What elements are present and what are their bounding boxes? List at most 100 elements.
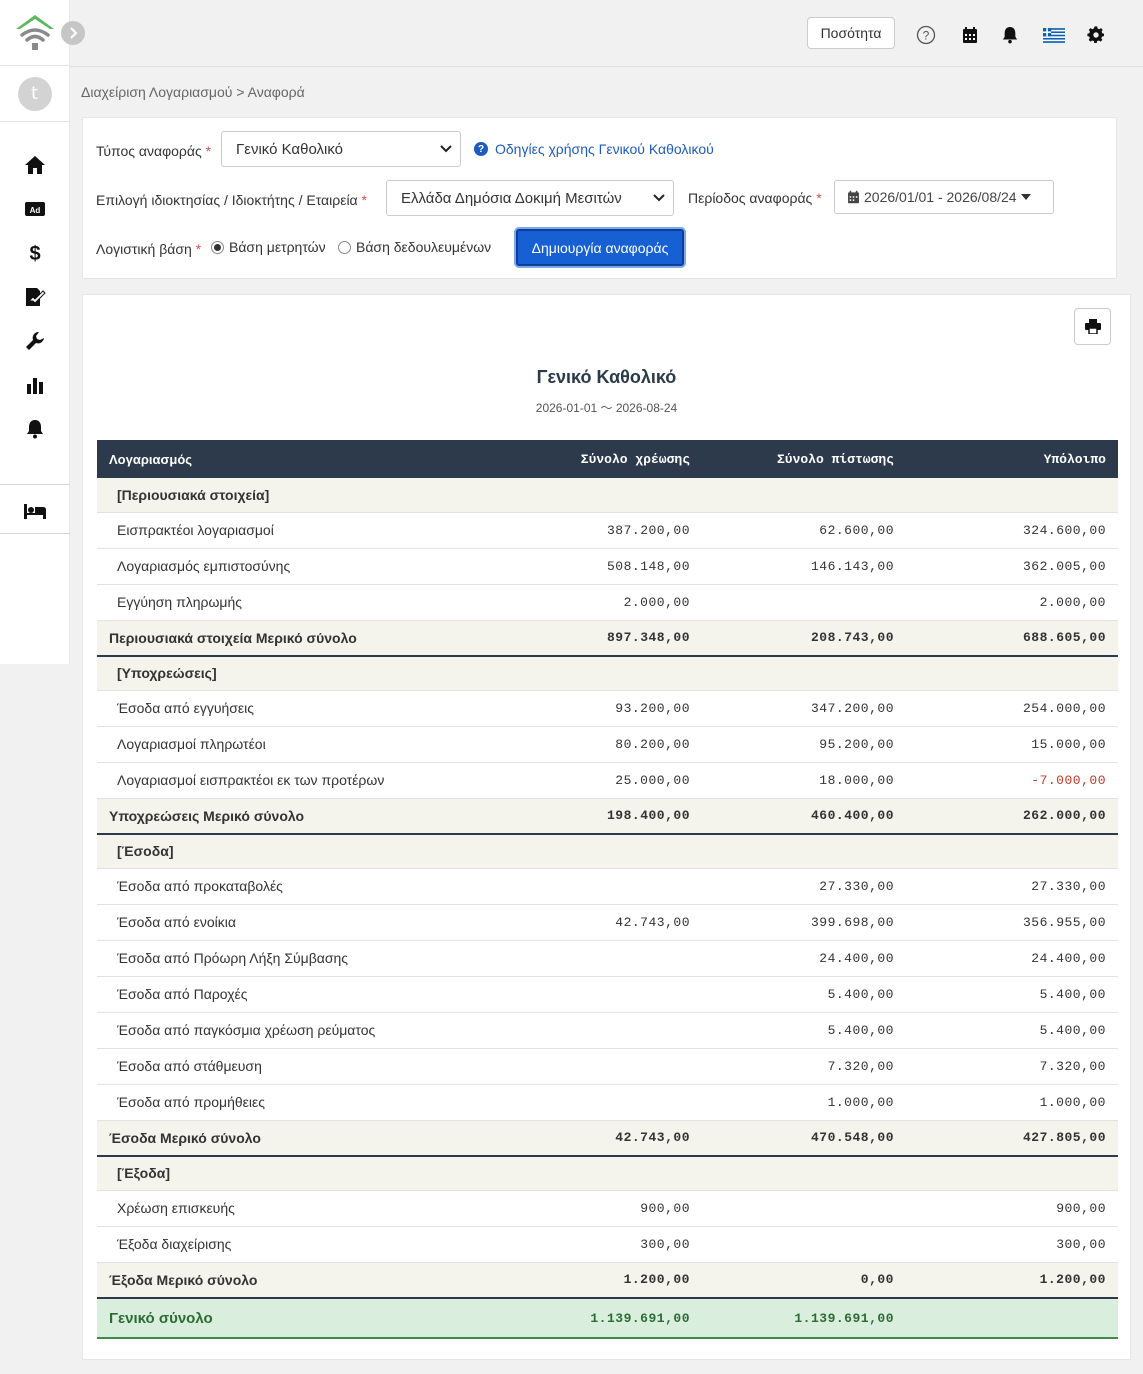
- credit-value: 95.200,00: [702, 726, 906, 763]
- quantity-button[interactable]: Ποσότητα: [807, 17, 895, 49]
- credit-value: 146.143,00: [702, 548, 906, 585]
- radio-selected[interactable]: [211, 240, 224, 254]
- sidebar-item-rooms[interactable]: [22, 500, 48, 522]
- print-button[interactable]: [1074, 308, 1111, 345]
- language-button[interactable]: [1042, 24, 1066, 46]
- account-name: Λογαριασμοί πληρωτέοι: [97, 726, 467, 763]
- balance-value: 24.400,00: [906, 940, 1118, 977]
- notifications-button[interactable]: [999, 24, 1021, 46]
- radio-unselected[interactable]: [338, 240, 351, 254]
- create-report-button[interactable]: Δημιουργία αναφοράς: [516, 229, 684, 266]
- bell-icon: [1002, 27, 1018, 44]
- debit-value: 25.000,00: [467, 762, 702, 799]
- grand-total-row: Γενικό σύνολο 1.139.691,00 1.139.691,00: [97, 1297, 1118, 1339]
- balance-value: 356.955,00: [906, 904, 1118, 941]
- sidebar: t Ad $: [0, 0, 70, 664]
- subtotal-debit: 1.200,00: [467, 1262, 702, 1299]
- balance-value: 5.400,00: [906, 976, 1118, 1013]
- table-row: Εισπρακτέοι λογαριασμοί 387.200,00 62.600,…: [97, 512, 1118, 549]
- debit-value: 93.200,00: [467, 690, 702, 727]
- period-picker[interactable]: 2026/01/01 - 2026/08/24: [834, 180, 1054, 214]
- account-name: Λογαριασμοί εισπρακτέοι εκ των προτέρων: [97, 762, 467, 799]
- subtotal-credit: 470.548,00: [702, 1120, 906, 1157]
- column-header-balance: Υπόλοιπο: [906, 440, 1118, 478]
- period-label: Περίοδος αναφοράς *: [688, 190, 822, 206]
- svg-text:?: ?: [923, 29, 930, 43]
- debit-value: 42.743,00: [467, 904, 702, 941]
- section-title: [Έξοδα]: [97, 1156, 1118, 1191]
- sidebar-item-finance[interactable]: $: [22, 242, 48, 264]
- account-name: Χρέωση επισκευής: [97, 1190, 467, 1227]
- subtotal-balance: 427.805,00: [906, 1120, 1118, 1157]
- subtotal-row: Έσοδα Μερικό σύνολο 42.743,00 470.548,00 42…: [97, 1120, 1118, 1157]
- balance-value: 1.000,00: [906, 1084, 1118, 1121]
- account-name: Εγγύηση πληρωμής: [97, 584, 467, 621]
- ledger-body: [Περιουσιακά στοιχεία] Εισπρακτέοι λογαρι…: [97, 478, 1118, 1339]
- subtotal-label: Υποχρεώσεις Μερικό σύνολο: [97, 798, 467, 835]
- bed-icon: [24, 504, 46, 519]
- question-icon: ?: [474, 142, 488, 156]
- table-row: Έσοδα από Παροχές 5.400,00 5.400,00: [97, 976, 1118, 1013]
- help-button[interactable]: ?: [915, 24, 937, 46]
- report-title: Γενικό Καθολικό: [536, 367, 677, 387]
- avatar[interactable]: t: [17, 76, 52, 111]
- gear-icon: [1087, 26, 1105, 44]
- calendar-button[interactable]: [959, 24, 981, 46]
- account-name: Έσοδα από εγγυήσεις: [97, 690, 467, 727]
- account-name: Έσοδα από προμήθειες: [97, 1084, 467, 1121]
- sidebar-divider: [0, 533, 70, 534]
- svg-text:Ad: Ad: [30, 206, 41, 215]
- basis-cash-radio[interactable]: Βάση μετρητών: [211, 239, 326, 255]
- settings-button[interactable]: [1085, 24, 1107, 46]
- balance-value: 5.400,00: [906, 1012, 1118, 1049]
- subtotal-debit: 897.348,00: [467, 620, 702, 657]
- printer-icon: [1084, 319, 1101, 334]
- sidebar-logo-area: [0, 0, 69, 66]
- help-link[interactable]: ? Οδηγίες χρήσης Γενικού Καθολικού: [474, 141, 714, 157]
- table-row: Λογαριασμός εμπιστοσύνης 508.148,00 146.14…: [97, 548, 1118, 585]
- table-row: Λογαριασμοί πληρωτέοι 80.200,00 95.200,00 1…: [97, 726, 1118, 763]
- chevron-down-icon: [440, 145, 452, 153]
- credit-value: 24.400,00: [702, 940, 906, 977]
- column-header-credit: Σύνολο πίστωσης: [702, 440, 906, 478]
- section-title: [Περιουσιακά στοιχεία]: [97, 478, 1118, 513]
- sidebar-item-reports[interactable]: [22, 374, 48, 396]
- account-name: Έσοδα από στάθμευση: [97, 1048, 467, 1085]
- chart-icon: [27, 378, 43, 394]
- account-name: Έσοδα από Παροχές: [97, 976, 467, 1013]
- svg-text:$: $: [29, 243, 40, 264]
- account-name: Έσοδα από προκαταβολές: [97, 868, 467, 905]
- debit-value: 300,00: [467, 1226, 702, 1263]
- ledger-table: Λογαριασμός Σύνολο χρέωσης Σύνολο πίστωσ…: [97, 440, 1118, 1339]
- sidebar-item-ads[interactable]: Ad: [22, 198, 48, 220]
- wrench-icon: [26, 332, 44, 350]
- balance-value: 2.000,00: [906, 584, 1118, 621]
- sidebar-item-notifications[interactable]: [22, 418, 48, 440]
- subtotal-row: Υποχρεώσεις Μερικό σύνολο 198.400,00 460.4…: [97, 798, 1118, 835]
- property-select[interactable]: Ελλάδα Δημόσια Δοκιμή Μεσιτών: [386, 180, 674, 216]
- report-panel: Γενικό Καθολικό 2026-01-01 〜 2026-08-24 …: [82, 294, 1131, 1360]
- sidebar-item-contracts[interactable]: [22, 286, 48, 308]
- subtotal-label: Έξοδα Μερικό σύνολο: [97, 1262, 467, 1299]
- report-filter-panel: Τύπος αναφοράς * Γενικό Καθολικό ? Οδηγί…: [82, 117, 1117, 279]
- sidebar-item-maintenance[interactable]: [22, 330, 48, 352]
- table-row: Έξοδα διαχείρισης 300,00 300,00: [97, 1226, 1118, 1263]
- sidebar-item-home[interactable]: [22, 154, 48, 176]
- app-logo-icon[interactable]: [14, 13, 56, 53]
- account-name: Έσοδα από παγκόσμια χρέωση ρεύματος: [97, 1012, 467, 1049]
- sidebar-collapse-button[interactable]: [61, 21, 85, 45]
- ad-icon: Ad: [25, 202, 45, 216]
- table-row: Έσοδα από εγγυήσεις 93.200,00 347.200,00 25…: [97, 690, 1118, 727]
- chevron-right-icon: [70, 27, 78, 39]
- balance-value: 362.005,00: [906, 548, 1118, 585]
- report-type-select[interactable]: Γενικό Καθολικό: [221, 131, 461, 167]
- credit-value: 5.400,00: [702, 976, 906, 1013]
- home-icon: [25, 156, 45, 174]
- debit-value: 900,00: [467, 1190, 702, 1227]
- basis-accrual-radio[interactable]: Βάση δεδουλευμένων: [338, 239, 491, 255]
- table-row: Έσοδα από ενοίκια 42.743,00 399.698,00 356.…: [97, 904, 1118, 941]
- grand-total-debit: 1.139.691,00: [467, 1297, 702, 1339]
- section-header-row: [Έσοδα]: [97, 834, 1118, 869]
- account-name: Έσοδα από Πρόωρη Λήξη Σύμβασης: [97, 940, 467, 977]
- table-row: Έσοδα από στάθμευση 7.320,00 7.320,00: [97, 1048, 1118, 1085]
